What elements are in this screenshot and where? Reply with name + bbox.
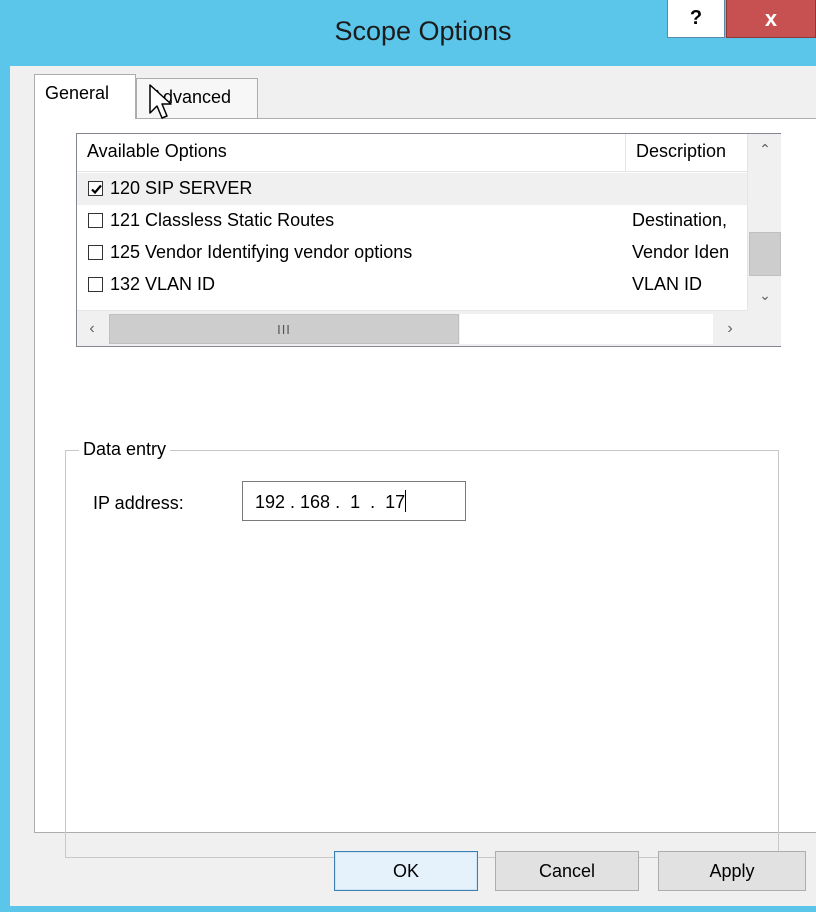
scroll-grip-icon: III [277, 321, 291, 337]
scroll-left-icon[interactable]: ‹ [77, 311, 107, 347]
column-header-available-options[interactable]: Available Options [77, 134, 626, 172]
column-header-description[interactable]: Description [626, 134, 747, 172]
title-bar[interactable]: Scope Options ? x [0, 0, 816, 66]
close-button[interactable]: x [726, 0, 816, 38]
checkbox-132[interactable] [88, 277, 103, 292]
scroll-right-icon[interactable]: › [715, 311, 745, 347]
option-name: 121 Classless Static Routes [110, 210, 335, 230]
close-icon: x [764, 5, 778, 31]
mouse-pointer-icon [149, 84, 172, 119]
horizontal-scrollbar[interactable]: ‹ III › [77, 310, 747, 346]
checkmark-icon [91, 184, 102, 195]
cancel-button[interactable]: Cancel [495, 851, 639, 891]
list-item-121[interactable]: 121 Classless Static Routes Destination, [77, 205, 747, 237]
available-options-list[interactable]: Available Options Description 120 SIP SE… [76, 133, 781, 347]
list-item-120[interactable]: 120 SIP SERVER [77, 173, 747, 205]
scroll-down-icon[interactable]: ⌄ [748, 280, 782, 310]
ip-address-input[interactable]: 192 . 168 . 1 . 17 [242, 481, 466, 521]
ip-address-label: IP address: [93, 493, 184, 513]
option-name: 120 SIP SERVER [110, 178, 253, 198]
checkbox-120[interactable] [88, 181, 103, 196]
help-button[interactable]: ? [667, 0, 725, 38]
option-description: VLAN ID [632, 274, 703, 294]
tab-general[interactable]: General [34, 74, 136, 119]
checkbox-125[interactable] [88, 245, 103, 260]
scope-options-dialog: Scope Options ? x General Advanced Avail… [0, 0, 816, 912]
list-item-132[interactable]: 132 VLAN ID VLAN ID [77, 269, 747, 301]
general-tab-panel: Available Options Description 120 SIP SE… [34, 118, 816, 858]
checkbox-121[interactable] [88, 213, 103, 228]
apply-button[interactable]: Apply [658, 851, 806, 891]
vertical-scroll-thumb[interactable] [749, 232, 781, 276]
option-name: 125 Vendor Identifying vendor options [110, 242, 413, 262]
list-header: Available Options Description [77, 134, 747, 172]
dialog-body: General Advanced Available Options Descr… [10, 66, 816, 906]
text-caret [405, 490, 407, 512]
scrollbar-corner [747, 310, 781, 346]
ip-address-value: 192 . 168 . 1 . 17 [255, 492, 406, 512]
option-name: 132 VLAN ID [110, 274, 216, 294]
ok-button[interactable]: OK [334, 851, 478, 891]
horizontal-scroll-track[interactable] [460, 314, 713, 344]
vertical-scrollbar[interactable]: ⌃ ⌄ [747, 134, 781, 310]
data-entry-legend: Data entry [79, 439, 171, 460]
list-item-125[interactable]: 125 Vendor Identifying vendor options Ve… [77, 237, 747, 269]
scroll-up-icon[interactable]: ⌃ [748, 134, 782, 164]
horizontal-scroll-thumb[interactable]: III [109, 314, 459, 344]
option-description: Destination, [632, 210, 728, 230]
option-description: Vendor Iden [632, 242, 730, 262]
